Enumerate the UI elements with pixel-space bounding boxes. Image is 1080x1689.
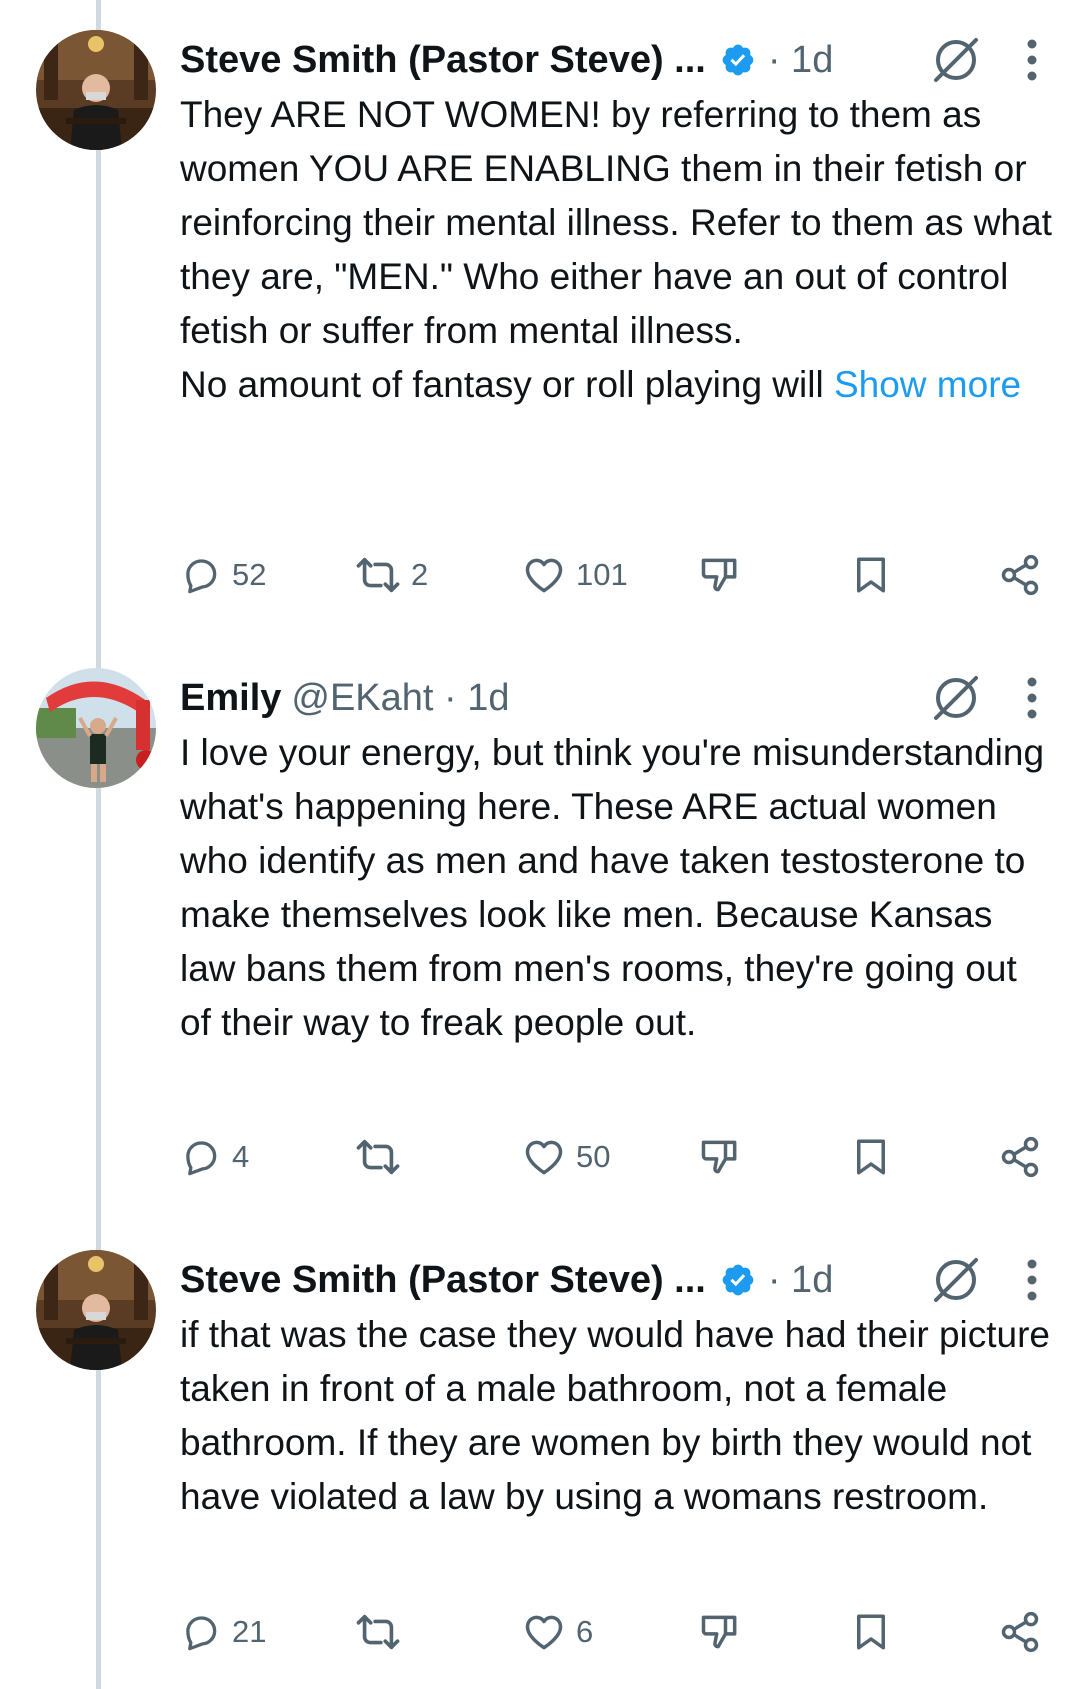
bookmark-button[interactable] [850, 545, 892, 605]
repost-button[interactable]: 2 [355, 545, 428, 605]
timestamp[interactable]: · 1d [768, 39, 833, 82]
author-name[interactable]: Steve Smith (Pastor Steve) ... [180, 1259, 706, 1302]
action-bar: 52 2 101 [180, 545, 1052, 605]
verified-badge-icon [720, 1262, 756, 1298]
show-more-link[interactable]: Show more [834, 364, 1021, 405]
avatar[interactable] [36, 30, 156, 150]
share-button[interactable] [998, 545, 1042, 605]
grok-icon[interactable] [928, 670, 984, 726]
tweet-text: I love your energy, but think you're mis… [180, 726, 1052, 1050]
grok-icon[interactable] [928, 32, 984, 88]
author-name[interactable]: Emily [180, 677, 281, 720]
bookmark-button[interactable] [850, 1602, 892, 1662]
avatar[interactable] [36, 1250, 156, 1370]
repost-count: 2 [411, 557, 429, 592]
share-button[interactable] [998, 1602, 1042, 1662]
tweet-text: if that was the case they would have had… [180, 1308, 1052, 1524]
tweet-paragraph: if that was the case they would have had… [180, 1314, 1051, 1517]
more-icon[interactable] [1020, 670, 1044, 726]
tweet-text: They ARE NOT WOMEN! by referring to them… [180, 88, 1052, 412]
tweet-header: Emily @EKaht · 1d [180, 668, 1050, 728]
author-name[interactable]: Steve Smith (Pastor Steve) ... [180, 39, 706, 82]
avatar[interactable] [36, 668, 156, 788]
dislike-button[interactable] [698, 545, 742, 605]
tweet-header: Steve Smith (Pastor Steve) ... · 1d [180, 1250, 1050, 1310]
bookmark-button[interactable] [850, 1127, 892, 1187]
reply-count: 52 [232, 557, 267, 592]
repost-button[interactable] [355, 1127, 411, 1187]
share-button[interactable] [998, 1127, 1042, 1187]
reply-button[interactable]: 52 [180, 545, 266, 605]
reply-button[interactable]: 4 [180, 1127, 249, 1187]
like-count: 101 [576, 557, 628, 592]
more-icon[interactable] [1020, 32, 1044, 88]
author-handle[interactable]: @EKaht · 1d [291, 677, 509, 720]
reply-button[interactable]: 21 [180, 1602, 266, 1662]
repost-button[interactable] [355, 1602, 411, 1662]
tweet-last-line: No amount of fantasy or roll playing wil… [180, 364, 834, 405]
grok-icon[interactable] [928, 1252, 984, 1308]
verified-badge-icon [720, 42, 756, 78]
action-bar: 21 6 [180, 1602, 1052, 1662]
tweet-paragraph: No amount of fantasy or roll playing wil… [180, 358, 1052, 412]
like-count: 6 [576, 1614, 594, 1649]
like-button[interactable]: 101 [522, 545, 628, 605]
tweet-paragraph: I love your energy, but think you're mis… [180, 732, 1045, 1043]
dislike-button[interactable] [698, 1602, 742, 1662]
timestamp[interactable]: · 1d [768, 1259, 833, 1302]
like-count: 50 [576, 1139, 611, 1174]
more-icon[interactable] [1020, 1252, 1044, 1308]
action-bar: 4 50 [180, 1127, 1052, 1187]
thread-line [96, 0, 101, 1689]
reply-count: 21 [232, 1614, 267, 1649]
tweet-header: Steve Smith (Pastor Steve) ... · 1d [180, 30, 1050, 90]
tweet-paragraph: They ARE NOT WOMEN! by referring to them… [180, 94, 1052, 351]
like-button[interactable]: 50 [522, 1127, 610, 1187]
reply-count: 4 [232, 1139, 250, 1174]
like-button[interactable]: 6 [522, 1602, 593, 1662]
dislike-button[interactable] [698, 1127, 742, 1187]
